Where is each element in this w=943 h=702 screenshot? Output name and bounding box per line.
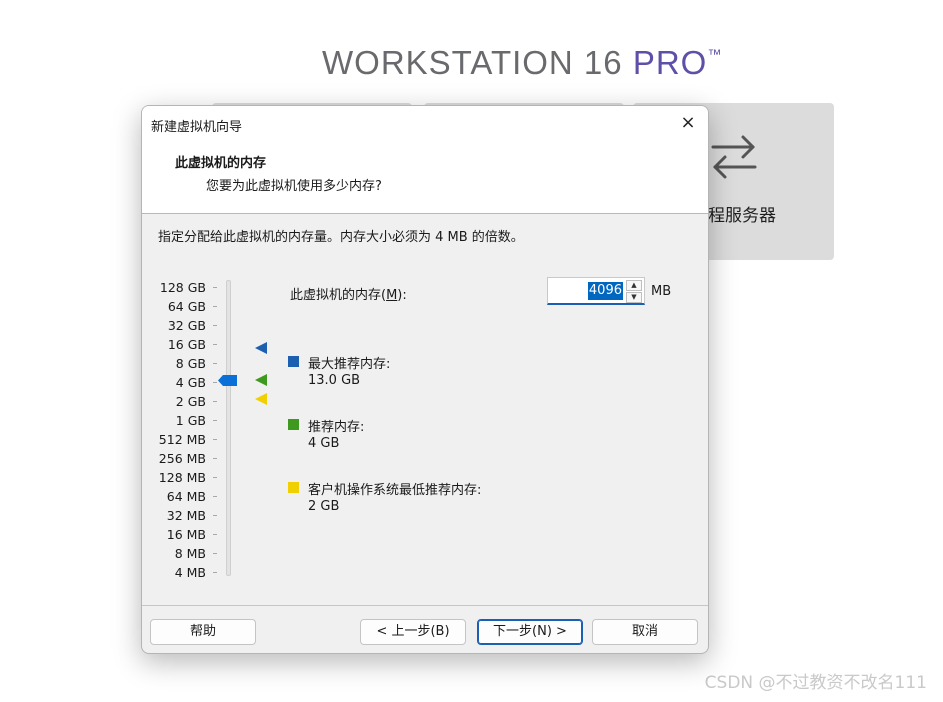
wizard-header: 新建虚拟机向导 × 此虚拟机的内存 您要为此虚拟机使用多少内存? — [142, 106, 708, 214]
memory-unit: MB — [651, 284, 672, 299]
memory-scale-labels: 128 GB 64 GB 32 GB 16 GB 8 GB 4 GB 2 GB … — [152, 278, 206, 582]
page-title: 此虚拟机的内存 — [175, 156, 267, 171]
spin-up-button[interactable]: ▲ — [626, 280, 642, 291]
spin-down-button[interactable]: ▼ — [626, 292, 642, 303]
max-recommended-swatch — [288, 356, 299, 367]
memory-slider-track[interactable] — [226, 280, 231, 576]
max-recommended-label: 最大推荐内存: — [308, 357, 391, 372]
scale-label: 8 MB — [174, 546, 206, 561]
footer-divider — [142, 605, 708, 606]
product-title-pro: PRO — [632, 44, 708, 81]
memory-slider-thumb[interactable] — [218, 375, 237, 386]
scale-label: 128 MB — [158, 470, 206, 485]
guest-min-label: 客户机操作系统最低推荐内存: — [308, 483, 482, 498]
recommended-value: 4 GB — [308, 436, 340, 451]
next-button[interactable]: 下一步(N) > — [477, 619, 583, 645]
transfer-arrows-icon — [711, 135, 757, 179]
memory-input-value[interactable]: 4096 — [587, 282, 623, 300]
scale-label: 8 GB — [175, 356, 206, 371]
scale-label: 2 GB — [175, 394, 206, 409]
scale-label: 4 GB — [175, 375, 206, 390]
scale-label: 256 MB — [158, 451, 206, 466]
scale-label: 1 GB — [175, 413, 206, 428]
guest-min-value: 2 GB — [308, 499, 340, 514]
scale-label: 16 GB — [167, 337, 206, 352]
help-button[interactable]: 帮助 — [150, 619, 256, 645]
page-subtitle: 您要为此虚拟机使用多少内存? — [206, 179, 382, 194]
cancel-button[interactable]: 取消 — [592, 619, 698, 645]
scale-label: 32 GB — [167, 318, 206, 333]
watermark: CSDN @不过教资不改名111 — [704, 673, 927, 693]
recommended-marker-icon — [255, 374, 267, 386]
scale-label: 4 MB — [174, 565, 206, 580]
new-vm-wizard-dialog: 新建虚拟机向导 × 此虚拟机的内存 您要为此虚拟机使用多少内存? 指定分配给此虚… — [141, 105, 709, 654]
recommended-label: 推荐内存: — [308, 420, 365, 435]
instruction-text: 指定分配给此虚拟机的内存量。内存大小必须为 4 MB 的倍数。 — [158, 230, 524, 245]
dialog-title: 新建虚拟机向导 — [151, 120, 243, 135]
back-button[interactable]: < 上一步(B) — [360, 619, 466, 645]
guest-min-marker-icon — [255, 393, 267, 405]
product-title: WORKSTATION 16 PRO™ — [322, 44, 723, 81]
trademark: ™ — [707, 46, 723, 62]
scale-label: 64 MB — [166, 489, 206, 504]
memory-input[interactable]: 4096 ▲ ▼ — [547, 277, 645, 305]
scale-label: 512 MB — [158, 432, 206, 447]
scale-label: 32 MB — [166, 508, 206, 523]
recommended-swatch — [288, 419, 299, 430]
guest-min-swatch — [288, 482, 299, 493]
memory-field-label: 此虚拟机的内存(M): — [290, 288, 407, 303]
max-recommended-value: 13.0 GB — [308, 373, 361, 388]
scale-label: 128 GB — [159, 280, 206, 295]
max-recommended-marker-icon — [255, 342, 267, 354]
scale-label: 64 GB — [167, 299, 206, 314]
scale-label: 16 MB — [166, 527, 206, 542]
close-icon[interactable]: × — [678, 114, 698, 134]
